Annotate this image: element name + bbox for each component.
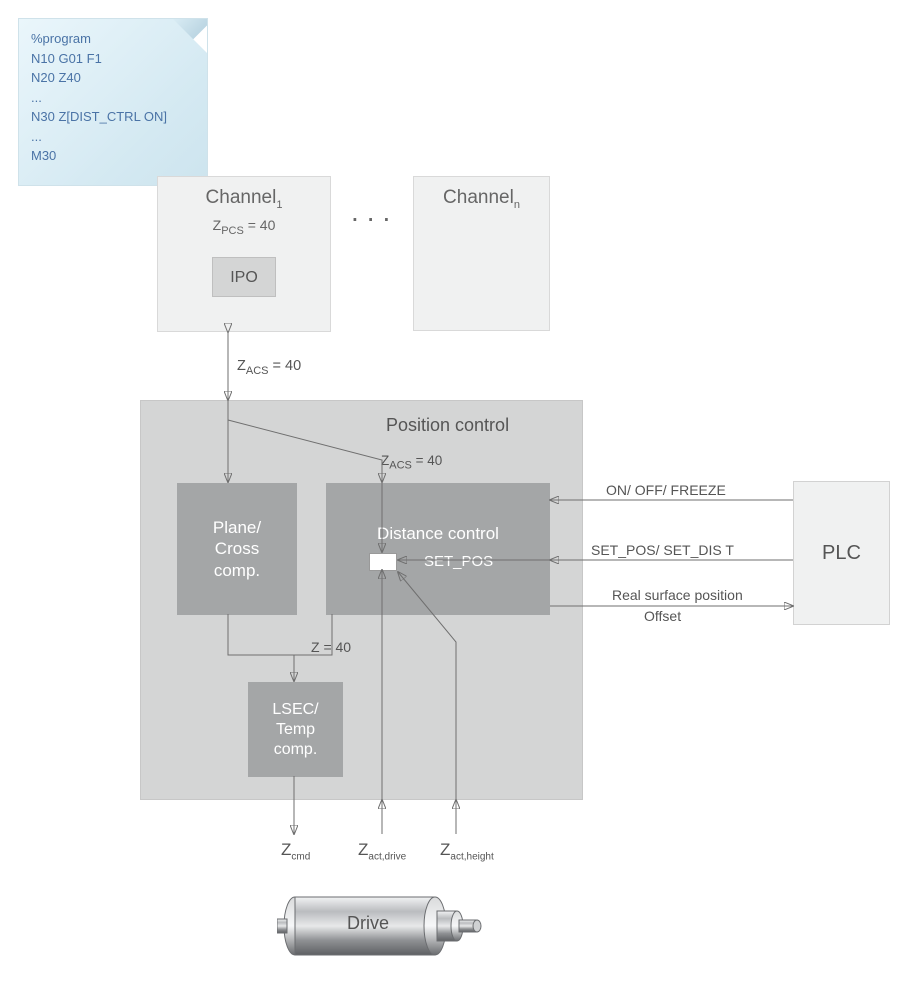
code-line: ... xyxy=(31,88,195,108)
channel-n-label: Channeln xyxy=(414,187,549,211)
code-line: N30 Z[DIST_CTRL ON] xyxy=(31,107,195,127)
position-control-title: Position control xyxy=(386,415,509,436)
code-line: %program xyxy=(31,29,195,49)
z-act-drive-label: Zact,drive xyxy=(358,840,406,862)
plc-signal-onoff: ON/ OFF/ FREEZE xyxy=(606,482,726,498)
z-acs-inner-label: ZACS = 40 xyxy=(381,453,442,472)
position-control-box: Position control ZACS = 40 Plane/ Cross … xyxy=(140,400,583,800)
plane-cross-comp-block: Plane/ Cross comp. xyxy=(177,483,297,615)
z-40-label: Z = 40 xyxy=(311,639,351,655)
lsec-temp-comp-block: LSEC/ Temp comp. xyxy=(248,682,343,777)
code-line: N20 Z40 xyxy=(31,68,195,88)
plc-box: PLC xyxy=(793,481,890,625)
plc-signal-surface: Real surface position xyxy=(612,587,743,603)
program-note: %program N10 G01 F1 N20 Z40 ... N30 Z[DI… xyxy=(18,18,208,186)
code-line: ... xyxy=(31,127,195,147)
z-cmd-label: Zcmd xyxy=(281,840,310,862)
ipo-block: IPO xyxy=(212,257,276,297)
drive-label: Drive xyxy=(347,913,389,934)
z-acs-outer-label: ZACS = 40 xyxy=(237,358,301,377)
setpos-joint-icon xyxy=(369,553,397,571)
channel-1-box: Channel1 ZPCS = 40 IPO xyxy=(157,176,331,332)
channel-n-box: Channeln xyxy=(413,176,550,331)
plc-signal-offset: Offset xyxy=(644,608,681,624)
distance-control-block: Distance control xyxy=(326,483,550,615)
code-line: M30 xyxy=(31,146,195,166)
code-line: N10 G01 F1 xyxy=(31,49,195,69)
z-act-height-label: Zact,height xyxy=(440,840,494,862)
channel-1-zpcs: ZPCS = 40 xyxy=(158,217,330,237)
setpos-label: SET_POS xyxy=(424,553,493,570)
drive-graphic: Drive xyxy=(277,889,487,963)
plc-signal-setpos: SET_POS/ SET_DIS T xyxy=(591,542,734,558)
channel-ellipsis: ... xyxy=(351,196,398,228)
channel-1-label: Channel1 xyxy=(158,187,330,211)
